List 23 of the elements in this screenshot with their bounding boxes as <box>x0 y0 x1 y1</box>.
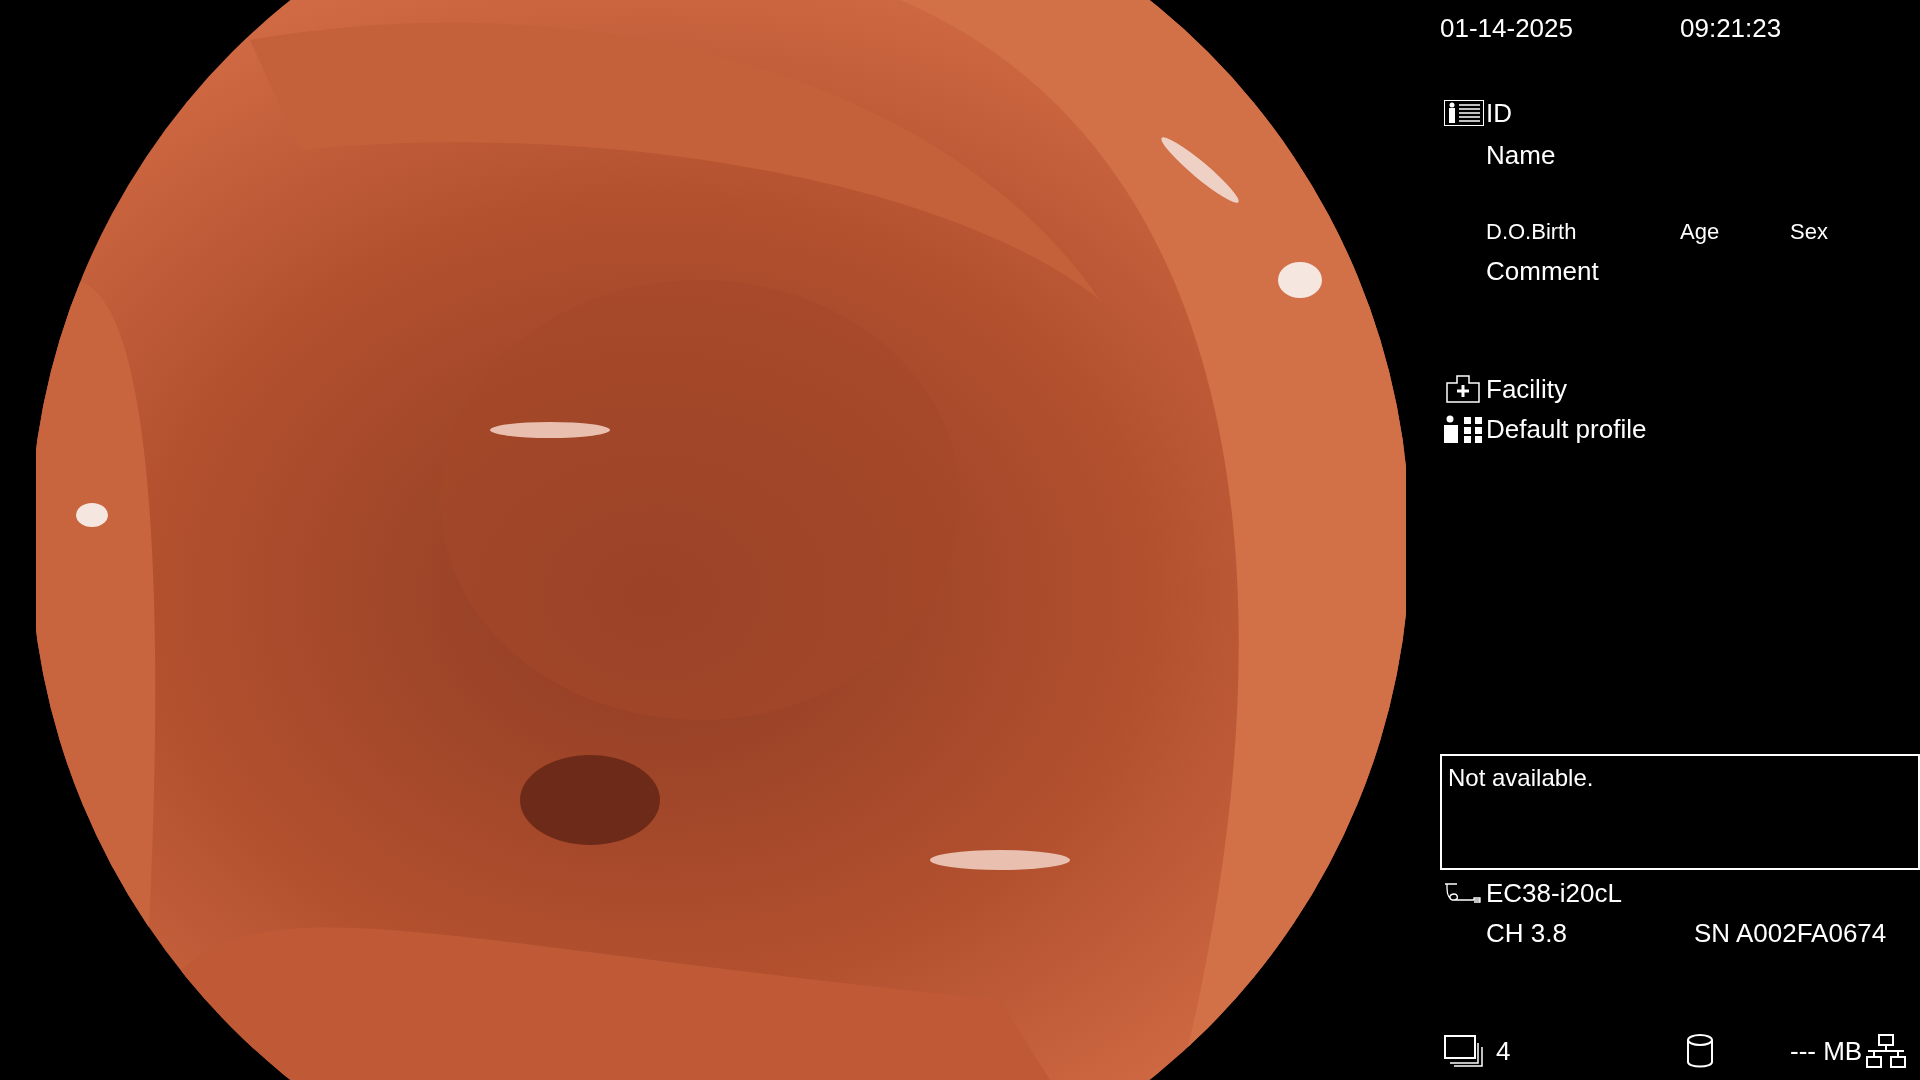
id-label: ID <box>1486 96 1512 130</box>
first-aid-icon <box>1446 375 1480 403</box>
facility-label: Facility <box>1486 372 1567 406</box>
age-label: Age <box>1680 217 1721 246</box>
name-label: Name <box>1486 139 1556 170</box>
profile-label: Default profile <box>1486 412 1647 446</box>
scope-model: EC38-i20cL <box>1486 876 1622 910</box>
birth-label: D.O.Birth <box>1486 217 1578 246</box>
database-icon <box>1686 1033 1714 1069</box>
time-text: 09:21:23 <box>1680 11 1782 45</box>
sex-label: Sex <box>1790 217 1828 246</box>
doctor-profile-icon <box>1444 415 1484 443</box>
storage-text: --- MB <box>1790 1034 1863 1068</box>
image-stack-icon <box>1444 1035 1484 1067</box>
patient-id-icon <box>1444 100 1484 126</box>
endoscope-icon <box>1444 882 1484 904</box>
image-count: 4 <box>1496 1034 1512 1068</box>
comment-label: Comment <box>1486 255 1599 286</box>
date-text: 01-14-2025 <box>1440 11 1574 45</box>
network-icon <box>1866 1034 1907 1068</box>
serial-number: SN A002FA0674 <box>1694 916 1887 950</box>
message-box: Not available. <box>1440 754 1920 870</box>
channel-text: CH 3.8 <box>1486 916 1568 950</box>
